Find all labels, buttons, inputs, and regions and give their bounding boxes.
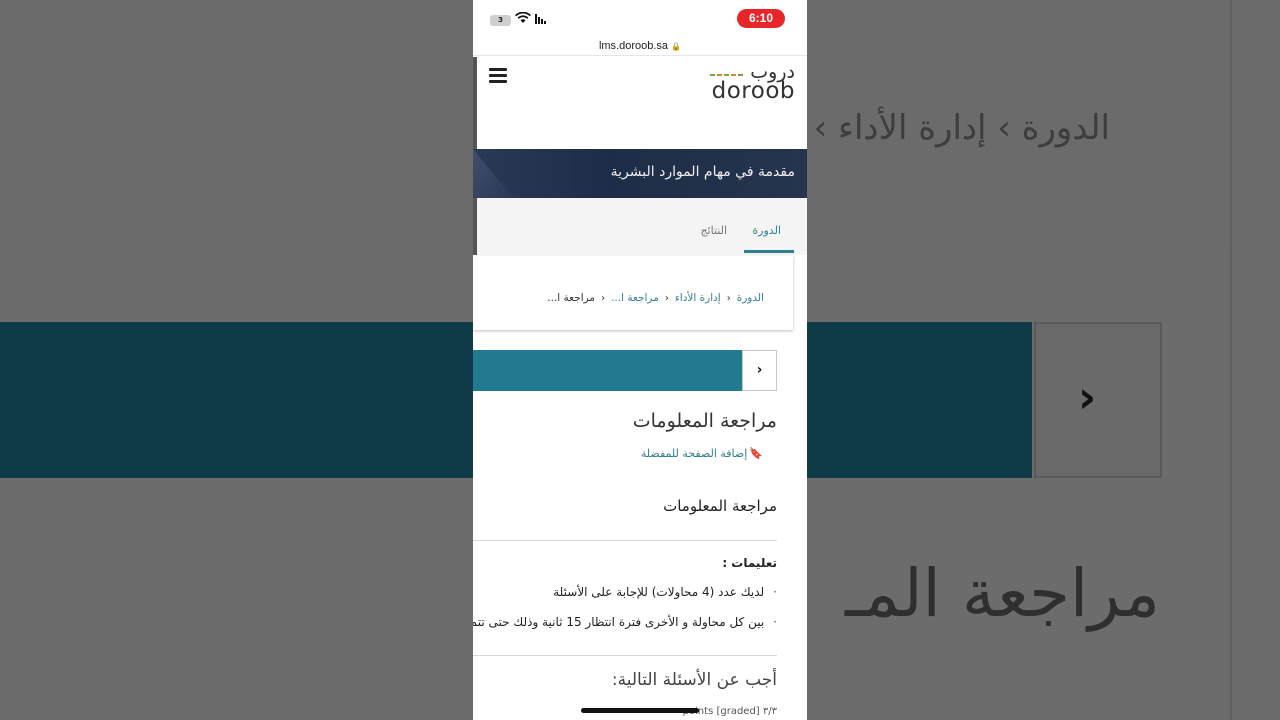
course-title: مقدمة في مهام الموارد البشرية: [610, 164, 795, 180]
lock-icon: 🔒: [671, 42, 682, 51]
bg-heading-text: مراجعة المـ: [844, 555, 1160, 632]
instruction-item: · بين كل محاولة و الأخرى فترة انتظار 15 ث…: [473, 615, 777, 629]
bookmark-icon: 🔖: [749, 447, 763, 460]
instruction-item: · لديك عدد (4 محاولات) للإجابة على الأسئل…: [553, 585, 777, 599]
breadcrumb-card: الدورة › إدارة الأداء › مراجعة ا... › مر…: [473, 256, 793, 330]
chevron-right-icon: ›: [756, 362, 763, 378]
logo-latin: doroob: [711, 78, 795, 104]
instructions-label: تعليمات :: [722, 556, 777, 570]
breadcrumb: الدورة › إدارة الأداء › مراجعة ا... › مر…: [547, 292, 764, 304]
banner-decoration: [473, 149, 513, 198]
bullet: ·: [773, 615, 777, 629]
bookmark-label: إضافة الصفحة للمفضلة: [640, 447, 748, 460]
breadcrumb-separator: ›: [726, 292, 731, 304]
tab-results[interactable]: النتائج: [700, 224, 727, 237]
instruction-text: بين كل محاولة و الأخرى فترة انتظار 15 ثا…: [473, 615, 765, 629]
bg-divider: [1230, 0, 1232, 720]
breadcrumb-item-current: مراجعة ا...: [547, 292, 596, 304]
course-banner: مقدمة في مهام الموارد البشرية: [473, 149, 807, 198]
home-indicator[interactable]: [581, 708, 699, 713]
breadcrumb-item-review[interactable]: مراجعة ا...: [611, 292, 659, 304]
divider: [473, 540, 777, 541]
phone-screen: 3 6:10 lms.doroob.sa 🔒 دروب doroob مقدمة…: [473, 0, 807, 720]
instruction-text: لديك عدد (4 محاولات) للإجابة على الأسئلة: [553, 585, 765, 599]
hamburger-icon[interactable]: [489, 68, 507, 83]
site-header: دروب doroob: [473, 57, 807, 149]
doroob-logo[interactable]: دروب doroob: [699, 61, 795, 104]
signal-icon: [535, 14, 546, 24]
bg-next-button: [1034, 322, 1162, 478]
bullet: ·: [773, 585, 777, 599]
next-unit-button[interactable]: ›: [742, 350, 777, 391]
tab-course[interactable]: الدورة: [752, 224, 781, 237]
wifi-icon-svg: [515, 11, 531, 23]
active-tab-indicator: [744, 250, 794, 253]
clock: 6:10: [737, 9, 785, 28]
battery-indicator: 3: [490, 15, 511, 26]
unit-navigation-bar[interactable]: [473, 350, 743, 391]
breadcrumb-item-performance[interactable]: إدارة الأداء: [675, 292, 721, 304]
breadcrumb-item-course[interactable]: الدورة: [737, 292, 764, 304]
status-bar: 3 6:10: [473, 0, 807, 36]
page-title: مراجعة المعلومات: [632, 410, 777, 432]
course-tabs: الدورة النتائج: [473, 198, 807, 255]
breadcrumb-separator: ›: [601, 292, 606, 304]
logo-dots: [710, 74, 743, 76]
url-text: lms.doroob.sa: [598, 40, 669, 52]
wifi-icon: [515, 11, 531, 27]
divider: [473, 655, 777, 656]
address-bar[interactable]: lms.doroob.sa 🔒: [473, 36, 807, 56]
screen: › الدورة › إدارة الأداء › مراجعة ا... مر…: [0, 0, 1280, 720]
breadcrumb-separator: ›: [664, 292, 669, 304]
section-title: مراجعة المعلومات: [663, 497, 777, 515]
questions-heading: أجب عن الأسئلة التالية:: [611, 670, 777, 690]
bookmark-link[interactable]: 🔖 إضافة الصفحة للمفضلة: [641, 447, 763, 460]
bg-chevron-icon: ›: [1078, 372, 1097, 423]
